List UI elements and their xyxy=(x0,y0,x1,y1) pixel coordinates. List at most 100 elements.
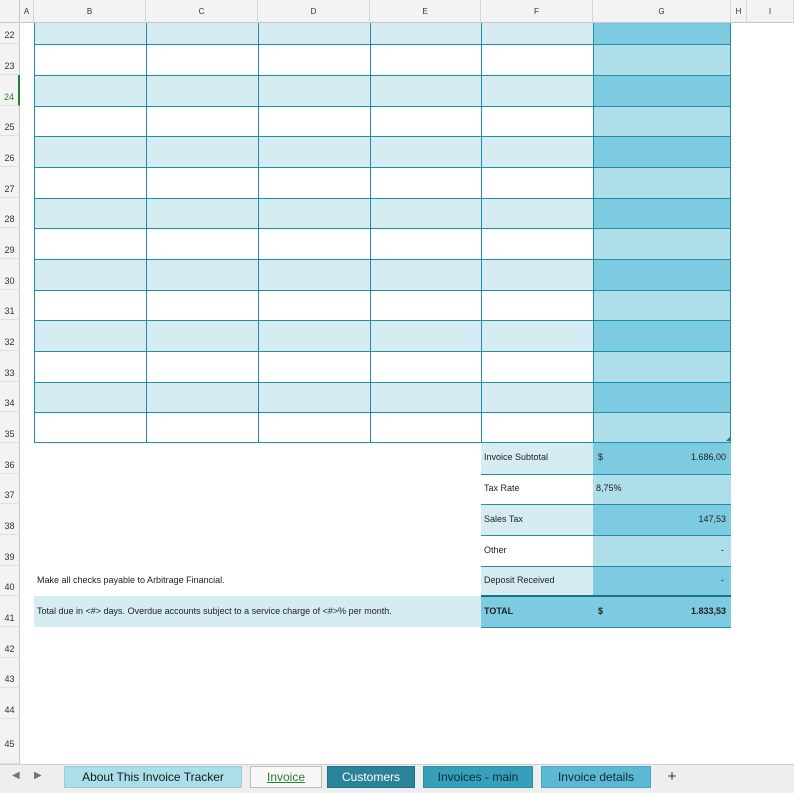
next-sheet-icon[interactable]: ▶ xyxy=(34,770,42,781)
row-header-34[interactable]: 34 xyxy=(0,382,20,412)
band-row-30[interactable] xyxy=(34,259,593,290)
grid-line xyxy=(34,75,731,76)
band-row-31[interactable] xyxy=(34,290,593,320)
grid-line xyxy=(481,504,731,505)
total-col-row-33[interactable] xyxy=(593,351,731,382)
total-col-row-35[interactable] xyxy=(593,412,731,443)
row-header-25[interactable]: 25 xyxy=(0,106,20,136)
row-header-32[interactable]: 32 xyxy=(0,320,20,351)
row-header-42[interactable]: 42 xyxy=(0,627,20,658)
row-header-37[interactable]: 37 xyxy=(0,474,20,504)
row-header-36[interactable]: 36 xyxy=(0,443,20,474)
col-header-b[interactable]: B xyxy=(34,0,146,23)
grid-line xyxy=(481,474,731,475)
row-header-40[interactable]: 40 xyxy=(0,566,20,596)
tab-about[interactable]: About This Invoice Tracker xyxy=(64,766,242,788)
subtotal-currency: $ xyxy=(598,452,604,462)
col-header-e[interactable]: E xyxy=(370,0,481,23)
band-row-25[interactable] xyxy=(34,106,593,136)
grid-line xyxy=(34,44,731,45)
band-row-27[interactable] xyxy=(34,167,593,198)
row-number: 23 xyxy=(4,61,15,71)
row-header-27[interactable]: 27 xyxy=(0,167,20,198)
row-header-35[interactable]: 35 xyxy=(0,412,20,443)
band-row-32[interactable] xyxy=(34,320,593,351)
prev-sheet-icon[interactable]: ◀ xyxy=(12,770,20,781)
row-number: 42 xyxy=(4,644,15,654)
total-col-row-26[interactable] xyxy=(593,136,731,167)
row-header-24[interactable]: 24 xyxy=(0,75,20,106)
band-row-29[interactable] xyxy=(34,228,593,259)
row-header-26[interactable]: 26 xyxy=(0,136,20,167)
row-header-44[interactable]: 44 xyxy=(0,688,20,719)
tab-invoice-details[interactable]: Invoice details xyxy=(541,766,651,788)
row-header-23[interactable]: 23 xyxy=(0,44,20,75)
band-row-24[interactable] xyxy=(34,75,593,106)
other-value: - xyxy=(721,545,724,555)
row-number: 43 xyxy=(4,674,15,684)
band-row-23[interactable] xyxy=(34,44,593,75)
band-row-22[interactable] xyxy=(34,23,593,44)
row-header-22[interactable]: 22 xyxy=(0,23,20,44)
deposit-label: Deposit Received xyxy=(484,575,555,585)
row-number: 29 xyxy=(4,245,15,255)
resize-handle-icon[interactable] xyxy=(726,437,730,441)
total-col-row-31[interactable] xyxy=(593,290,731,320)
grid-line xyxy=(34,351,731,352)
band-row-34[interactable] xyxy=(34,382,593,412)
taxrate-value: 8,75% xyxy=(596,483,622,493)
row-number: 30 xyxy=(4,276,15,286)
taxrate-label: Tax Rate xyxy=(484,483,520,493)
col-header-d[interactable]: D xyxy=(258,0,370,23)
grid-line xyxy=(34,136,731,137)
row-number: 37 xyxy=(4,490,15,500)
col-header-h[interactable]: H xyxy=(731,0,747,23)
tab-customers[interactable]: Customers xyxy=(327,766,415,788)
grid-line xyxy=(34,167,731,168)
col-header-c[interactable]: C xyxy=(146,0,258,23)
row-number: 32 xyxy=(4,337,15,347)
row-number: 24 xyxy=(3,92,14,102)
row-number: 39 xyxy=(4,552,15,562)
row-number: 35 xyxy=(4,429,15,439)
row-header-38[interactable]: 38 xyxy=(0,504,20,535)
total-col-row-29[interactable] xyxy=(593,228,731,259)
total-col-row-27[interactable] xyxy=(593,167,731,198)
row-header-41[interactable]: 41 xyxy=(0,596,20,627)
row-number: 36 xyxy=(4,460,15,470)
band-row-28[interactable] xyxy=(34,198,593,228)
tab-invoices-main[interactable]: Invoices - main xyxy=(423,766,533,788)
summary-value-other[interactable] xyxy=(593,535,731,566)
row-header-45[interactable]: 45 xyxy=(0,719,20,764)
row-header-30[interactable]: 30 xyxy=(0,259,20,290)
add-sheet-button[interactable]: + xyxy=(658,766,686,788)
band-row-35[interactable] xyxy=(34,412,593,443)
total-col-row-23[interactable] xyxy=(593,44,731,75)
tab-invoice[interactable]: Invoice xyxy=(250,766,322,788)
total-col-row-34[interactable] xyxy=(593,382,731,412)
total-col-row-22[interactable] xyxy=(593,23,731,44)
row-number: 28 xyxy=(4,214,15,224)
grid-line xyxy=(34,198,731,199)
checks-payable-note[interactable]: Make all checks payable to Arbitrage Fin… xyxy=(37,575,225,585)
select-all-corner[interactable] xyxy=(0,0,20,23)
total-col-row-24[interactable] xyxy=(593,75,731,106)
summary-value-deposit[interactable] xyxy=(593,566,731,596)
row-header-29[interactable]: 29 xyxy=(0,228,20,259)
row-header-39[interactable]: 39 xyxy=(0,535,20,566)
total-col-row-28[interactable] xyxy=(593,198,731,228)
row-header-33[interactable]: 33 xyxy=(0,351,20,382)
col-header-f[interactable]: F xyxy=(481,0,593,23)
total-col-row-32[interactable] xyxy=(593,320,731,351)
col-header-g[interactable]: G xyxy=(593,0,731,23)
col-header-a[interactable]: A xyxy=(20,0,34,23)
band-row-33[interactable] xyxy=(34,351,593,382)
row-number: 34 xyxy=(4,398,15,408)
total-col-row-30[interactable] xyxy=(593,259,731,290)
row-header-31[interactable]: 31 xyxy=(0,290,20,320)
total-col-row-25[interactable] xyxy=(593,106,731,136)
row-header-28[interactable]: 28 xyxy=(0,198,20,228)
col-header-i[interactable]: I xyxy=(747,0,794,23)
row-header-43[interactable]: 43 xyxy=(0,658,20,688)
band-row-26[interactable] xyxy=(34,136,593,167)
